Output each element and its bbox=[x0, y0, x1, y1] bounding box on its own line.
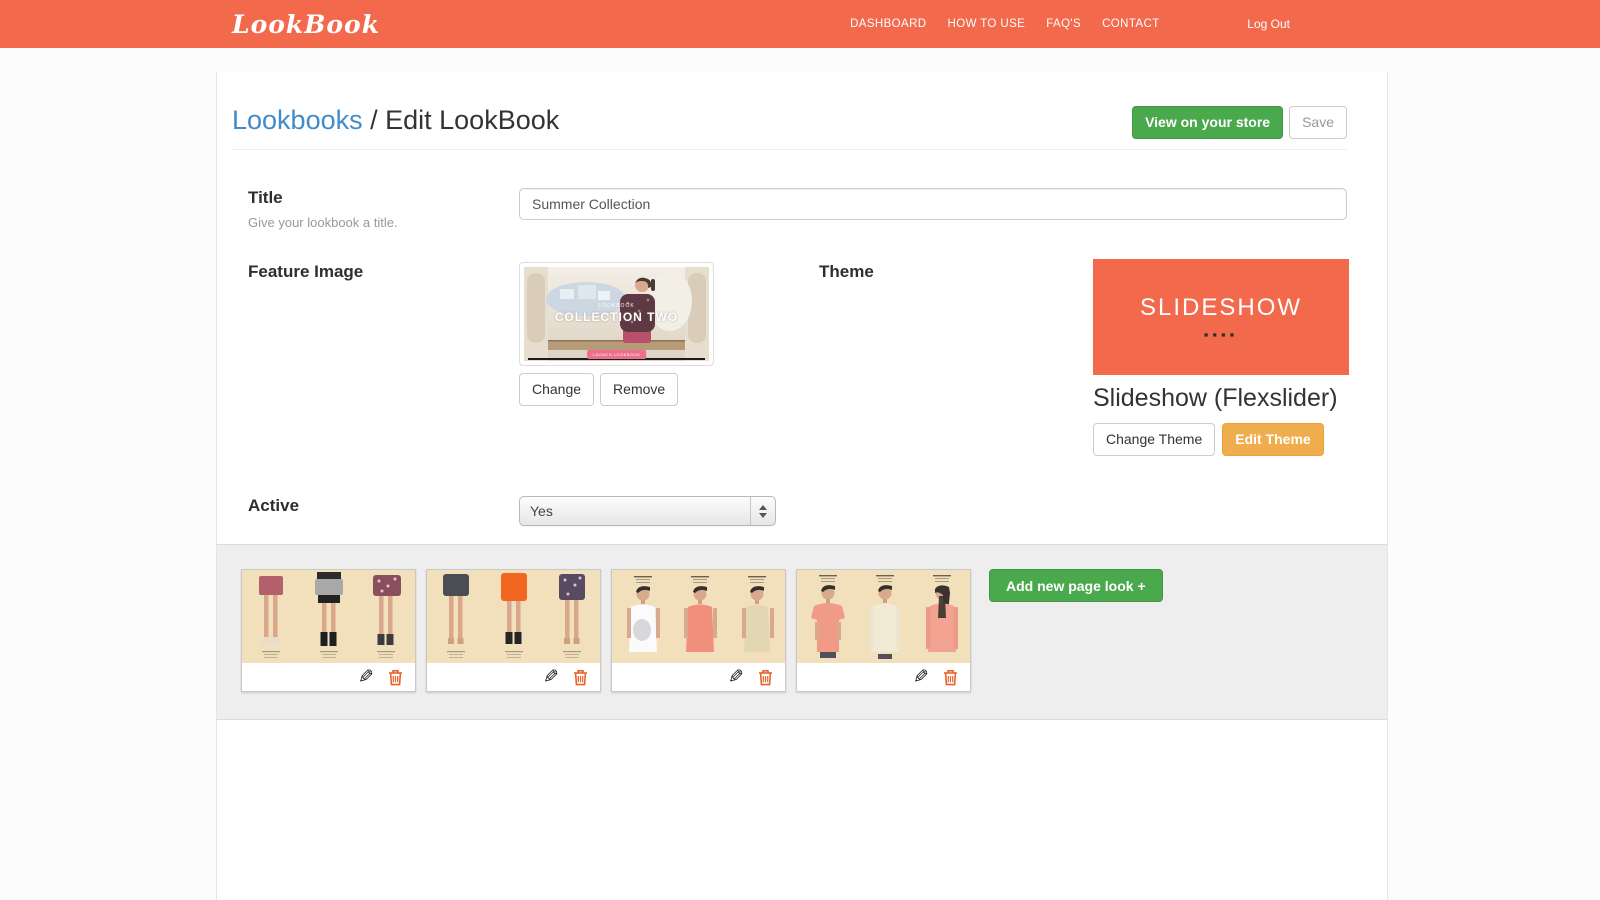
title-hint: Give your lookbook a title. bbox=[248, 215, 519, 230]
arrow-up-icon bbox=[759, 505, 767, 510]
feature-image-label-col: Feature Image bbox=[248, 262, 519, 282]
page-looks-band: ✎ bbox=[217, 544, 1387, 720]
look-3-actions: ✎ bbox=[612, 663, 785, 691]
edit-look-icon[interactable]: ✎ bbox=[358, 668, 374, 687]
active-label-col: Active bbox=[248, 496, 519, 516]
theme-col: SLIDESHOW ▪▪▪▪ Slideshow (Flexslider) Ch… bbox=[1093, 259, 1349, 456]
feature-image-actions: Change Remove bbox=[519, 373, 819, 406]
edit-theme-button[interactable]: Edit Theme bbox=[1222, 423, 1323, 456]
page-look-card-4[interactable]: ✎ bbox=[796, 569, 971, 692]
view-on-store-button[interactable]: View on your store bbox=[1132, 106, 1283, 139]
title-row: Title Give your lookbook a title. bbox=[248, 188, 1347, 230]
page-title: Edit LookBook bbox=[385, 105, 559, 135]
page-header: Lookbooks / Edit LookBook View on your s… bbox=[217, 72, 1387, 139]
active-select-value: Yes bbox=[520, 497, 750, 525]
feature-overlay-launch-badge: LAUNCH LOOKBOOK bbox=[587, 350, 647, 359]
feature-overlay-small-text: LOOKBOOK bbox=[524, 303, 709, 309]
look-1-actions: ✎ bbox=[242, 663, 415, 691]
feature-overlay-title: COLLECTION TWO bbox=[524, 310, 709, 324]
header-divider bbox=[232, 149, 1347, 150]
breadcrumb: Lookbooks / Edit LookBook bbox=[232, 105, 559, 136]
look-2-actions: ✎ bbox=[427, 663, 600, 691]
select-stepper-icon bbox=[750, 497, 775, 525]
breadcrumb-separator: / bbox=[363, 105, 386, 135]
theme-preview-title: SLIDESHOW bbox=[1140, 294, 1302, 322]
theme-actions: Change Theme Edit Theme bbox=[1093, 423, 1349, 456]
look-4-actions: ✎ bbox=[797, 663, 970, 691]
look-2-image bbox=[427, 570, 600, 663]
page-look-card-2[interactable]: ✎ bbox=[426, 569, 601, 692]
delete-look-icon[interactable] bbox=[388, 669, 403, 686]
edit-look-icon[interactable]: ✎ bbox=[543, 668, 559, 687]
main-nav: DASHBOARD HOW TO USE FAQ'S CONTACT bbox=[850, 18, 1160, 30]
header-actions: View on your store Save bbox=[1132, 106, 1347, 139]
brand-logo[interactable]: LookBook bbox=[232, 10, 380, 39]
nav-contact[interactable]: CONTACT bbox=[1102, 18, 1160, 30]
title-label-col: Title Give your lookbook a title. bbox=[248, 188, 519, 230]
theme-label: Theme bbox=[819, 262, 1093, 282]
theme-label-col: Theme bbox=[819, 262, 1093, 282]
feature-image-thumbnail[interactable]: LOOKBOOK COLLECTION TWO LAUNCH LOOKBOOK bbox=[519, 262, 714, 366]
feature-image-photo: LOOKBOOK COLLECTION TWO LAUNCH LOOKBOOK bbox=[524, 267, 709, 361]
page-look-card-3[interactable]: ✎ bbox=[611, 569, 786, 692]
delete-look-icon[interactable] bbox=[758, 669, 773, 686]
active-label: Active bbox=[248, 496, 519, 516]
main-content-panel: Lookbooks / Edit LookBook View on your s… bbox=[216, 72, 1388, 900]
active-select[interactable]: Yes bbox=[519, 496, 776, 526]
breadcrumb-lookbooks-link[interactable]: Lookbooks bbox=[232, 105, 363, 135]
nav-dashboard[interactable]: DASHBOARD bbox=[850, 18, 926, 30]
edit-look-icon[interactable]: ✎ bbox=[728, 668, 744, 687]
edit-look-icon[interactable]: ✎ bbox=[913, 668, 929, 687]
page-look-card-1[interactable]: ✎ bbox=[241, 569, 416, 692]
logout-link[interactable]: Log Out bbox=[1247, 17, 1290, 31]
remove-image-button[interactable]: Remove bbox=[600, 373, 678, 406]
title-label: Title bbox=[248, 188, 519, 208]
theme-name: Slideshow (Flexslider) bbox=[1093, 384, 1349, 413]
delete-look-icon[interactable] bbox=[943, 669, 958, 686]
add-new-page-look-button[interactable]: Add new page look + bbox=[989, 569, 1163, 602]
feature-theme-row: Feature Image bbox=[248, 262, 1347, 456]
active-row: Active Yes bbox=[248, 496, 1347, 526]
look-1-image bbox=[242, 570, 415, 663]
save-button[interactable]: Save bbox=[1289, 106, 1347, 139]
delete-look-icon[interactable] bbox=[573, 669, 588, 686]
lookbook-form: Title Give your lookbook a title. Featur… bbox=[217, 188, 1387, 526]
look-3-image bbox=[612, 570, 785, 663]
feature-image-col: LOOKBOOK COLLECTION TWO LAUNCH LOOKBOOK … bbox=[519, 262, 819, 406]
change-image-button[interactable]: Change bbox=[519, 373, 594, 406]
top-bar: LookBook DASHBOARD HOW TO USE FAQ'S CONT… bbox=[0, 0, 1600, 48]
change-theme-button[interactable]: Change Theme bbox=[1093, 423, 1215, 456]
arrow-down-icon bbox=[759, 513, 767, 518]
feature-image-label: Feature Image bbox=[248, 262, 519, 282]
theme-preview[interactable]: SLIDESHOW ▪▪▪▪ bbox=[1093, 259, 1349, 375]
look-4-image bbox=[797, 570, 970, 663]
title-input[interactable] bbox=[519, 188, 1347, 220]
slideshow-dots-icon: ▪▪▪▪ bbox=[1204, 330, 1238, 340]
nav-how-to-use[interactable]: HOW TO USE bbox=[948, 18, 1026, 30]
nav-faqs[interactable]: FAQ'S bbox=[1046, 18, 1081, 30]
